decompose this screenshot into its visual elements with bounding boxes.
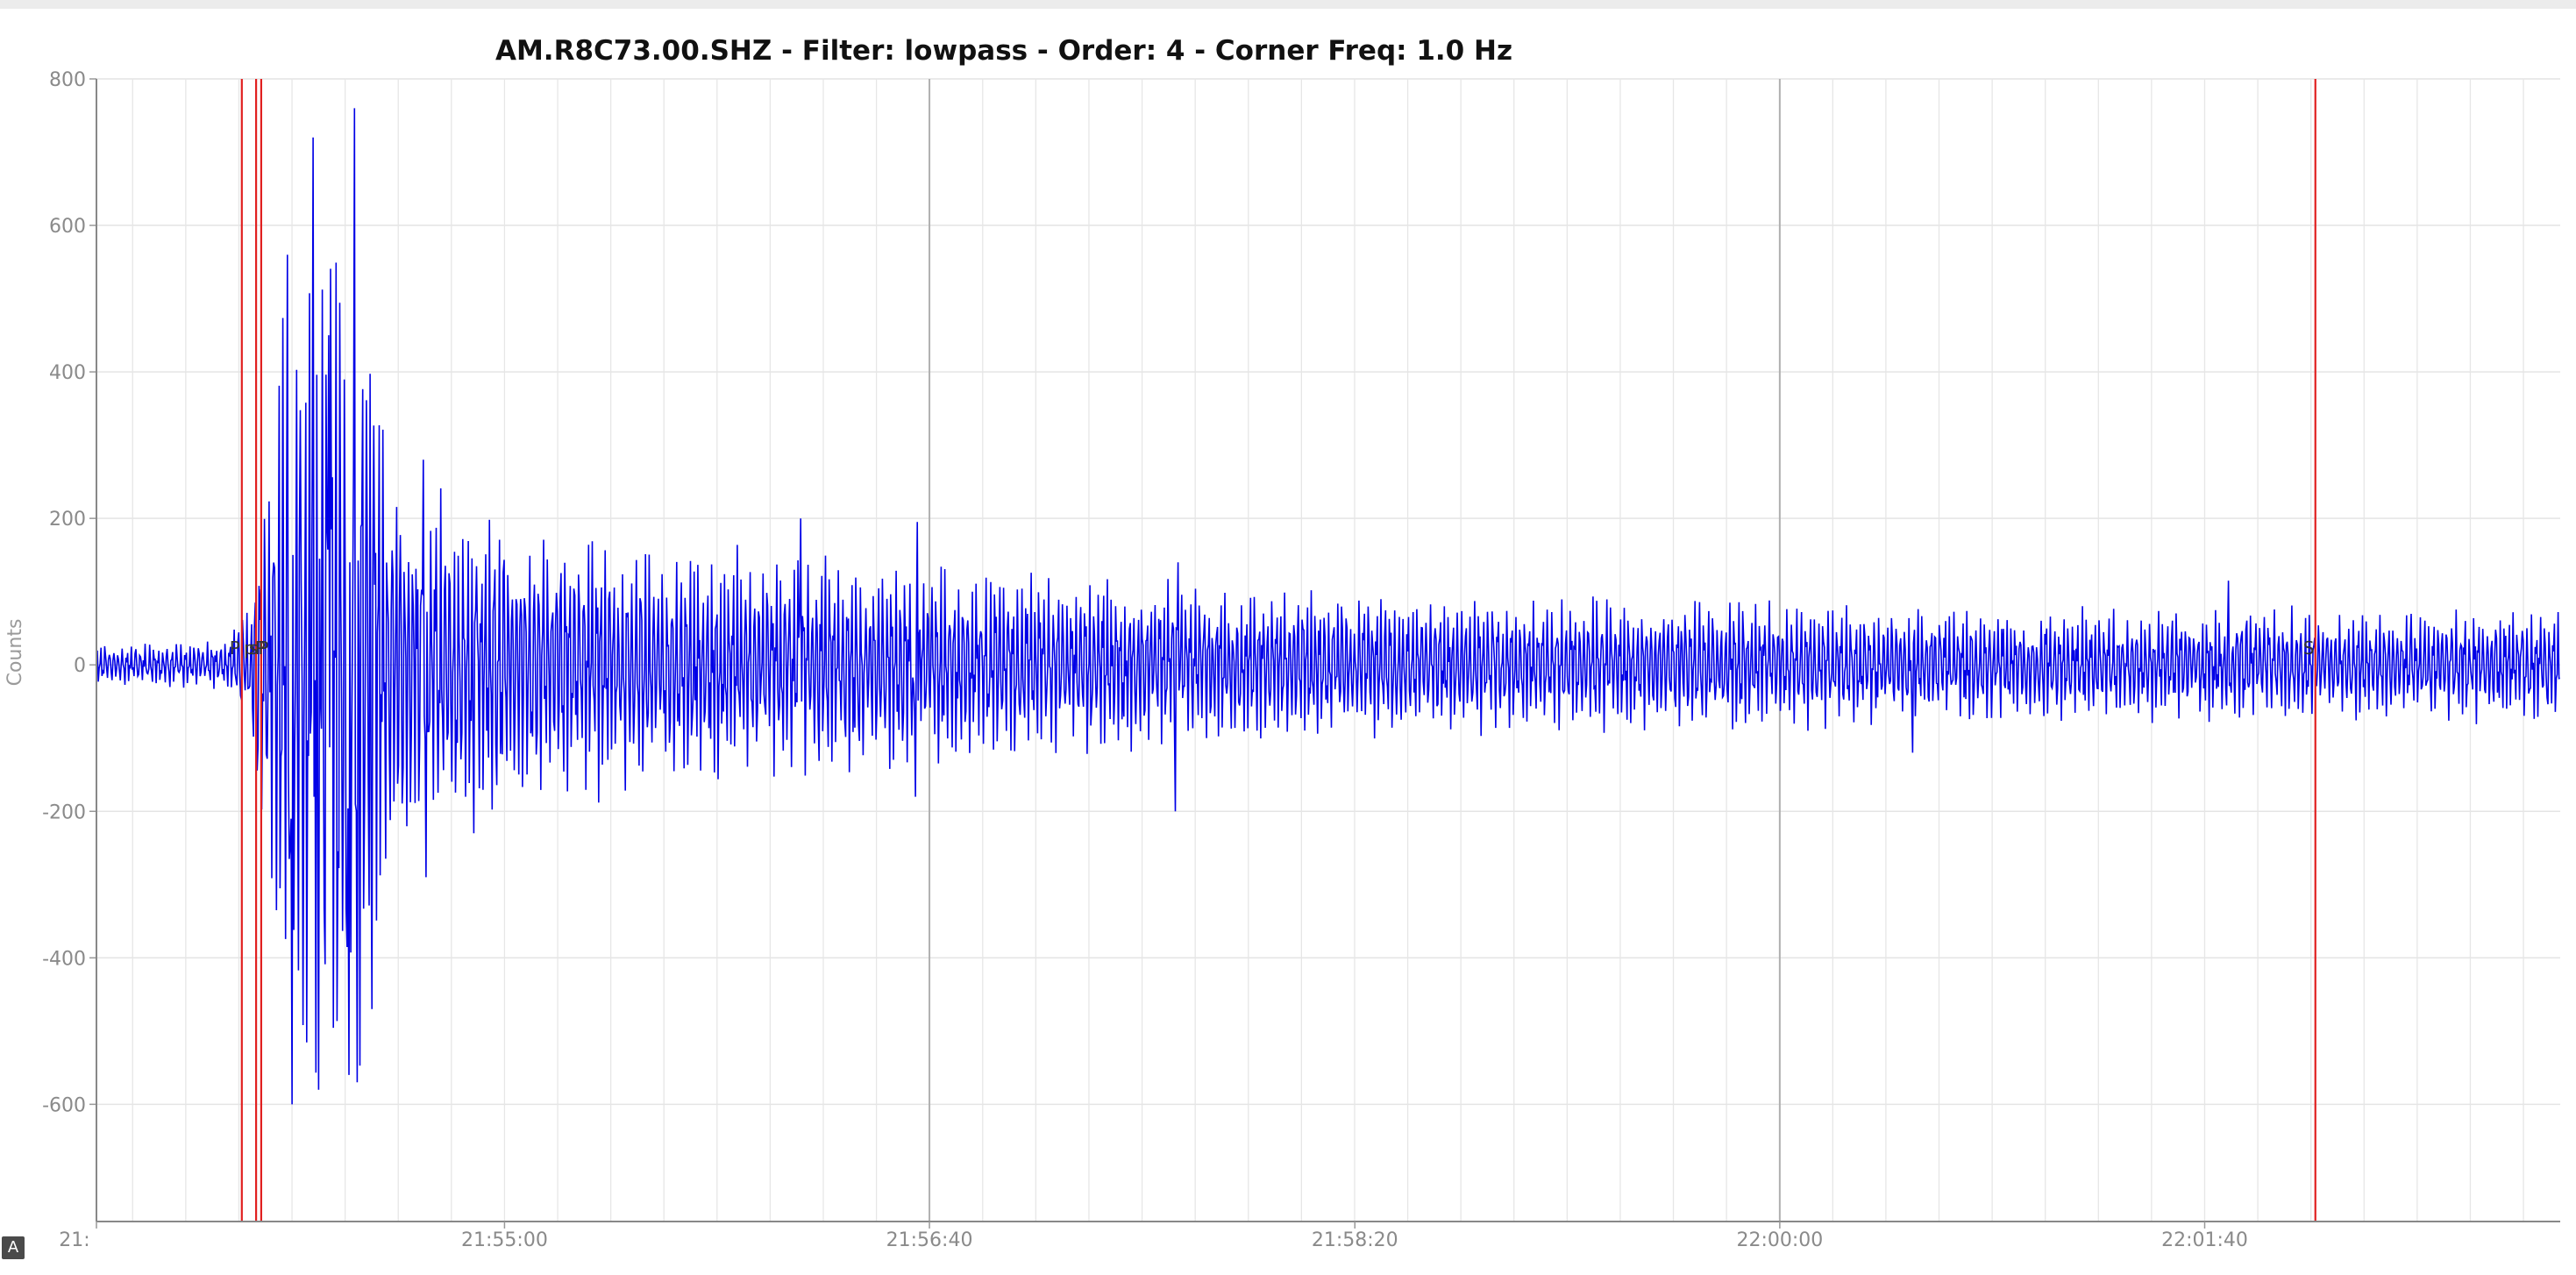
x-tick-label: 21:55:00 <box>461 1229 548 1251</box>
phase-label: sP <box>249 638 268 659</box>
phase-label: S <box>2303 638 2315 659</box>
x-tick-label: 22:01:40 <box>2161 1229 2248 1251</box>
seismogram-chart: PpPsP S 8006004002000-200-400-60021: 21:55… <box>4 35 2560 1251</box>
x-tick-label: 22:00:00 <box>1736 1229 1823 1251</box>
y-tick-label: 800 <box>49 69 86 91</box>
x-tick-label: 21:56:40 <box>886 1229 973 1251</box>
trace-layer <box>96 108 2560 1105</box>
x-tick-label: 21:58:20 <box>1312 1229 1398 1251</box>
y-tick-label: -200 <box>42 801 86 823</box>
y-tick-label: -400 <box>42 948 86 970</box>
y-tick-label: 200 <box>49 509 86 531</box>
y-tick-label: 400 <box>49 362 86 384</box>
y-tick-label: 600 <box>49 216 86 238</box>
y-tick-label: 0 <box>74 655 86 677</box>
corner-badge-icon: A <box>2 1236 25 1259</box>
x-tick-label: 21: <box>59 1229 89 1251</box>
y-tick-label: -600 <box>42 1094 86 1116</box>
waveform-trace <box>96 108 2560 1105</box>
y-axis-label: Counts <box>4 619 26 687</box>
phase-label: P <box>230 638 240 659</box>
chart-title: AM.R8C73.00.SHZ - Filter: lowpass - Orde… <box>495 35 1512 67</box>
